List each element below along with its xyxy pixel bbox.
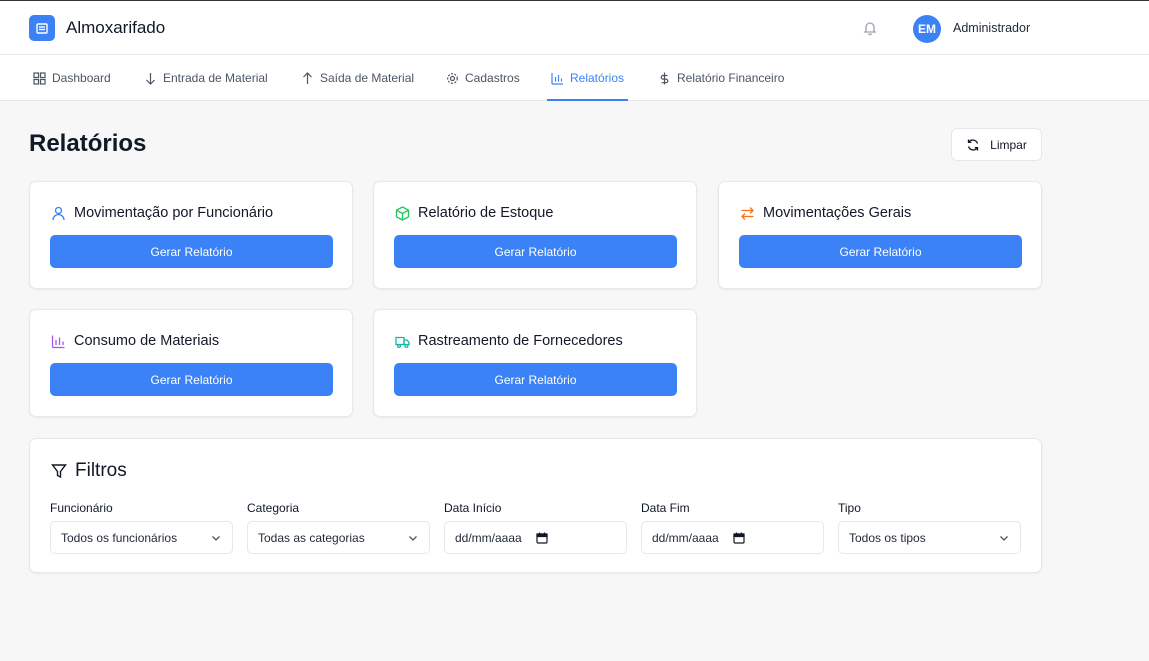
gear-icon bbox=[447, 72, 458, 84]
report-card-title: Consumo de Materiais bbox=[74, 333, 220, 349]
filter-label: Data Início bbox=[444, 501, 502, 515]
bell-icon[interactable] bbox=[862, 20, 878, 36]
tipo-select[interactable]: Todos os tipos bbox=[838, 521, 1021, 554]
chevron-down-icon bbox=[409, 535, 417, 541]
report-card-estoque: Relatório de Estoque Gerar Relatório bbox=[373, 181, 697, 289]
filter-data-inicio: Data Início dd/mm/aaaa bbox=[444, 501, 627, 554]
user-name[interactable]: Administrador bbox=[953, 21, 1030, 35]
report-card-title: Movimentações Gerais bbox=[763, 205, 912, 221]
filter-icon bbox=[51, 464, 67, 479]
package-icon bbox=[395, 205, 410, 221]
select-value: Todas as categorias bbox=[258, 530, 365, 545]
filter-label: Data Fim bbox=[641, 501, 690, 515]
tab-dashboard[interactable]: Dashboard bbox=[33, 55, 111, 101]
calendar-icon[interactable] bbox=[536, 532, 548, 544]
chevron-down-icon bbox=[212, 535, 220, 541]
tab-relatorios-label: Relatórios bbox=[570, 71, 625, 85]
report-card-consumo: Consumo de Materiais Gerar Relatório bbox=[29, 309, 353, 417]
tab-cadastros-label: Cadastros bbox=[465, 71, 520, 85]
calendar-icon[interactable] bbox=[733, 532, 745, 544]
app-title: Almoxarifado bbox=[66, 18, 166, 37]
report-card-funcionario: Movimentação por Funcionário Gerar Relat… bbox=[29, 181, 353, 289]
filter-data-fim: Data Fim dd/mm/aaaa bbox=[641, 501, 824, 554]
report-card-title: Rastreamento de Fornecedores bbox=[418, 333, 623, 349]
report-card-title: Movimentação por Funcionário bbox=[74, 205, 274, 221]
arrow-up-icon bbox=[303, 71, 312, 84]
top-bar: Almoxarifado EM Administrador bbox=[0, 0, 1149, 55]
filter-label: Tipo bbox=[838, 501, 861, 515]
report-card-title: Relatório de Estoque bbox=[418, 205, 554, 221]
tab-entrada-material[interactable]: Entrada de Material bbox=[144, 55, 268, 101]
generate-report-button[interactable]: Gerar Relatório bbox=[394, 363, 677, 396]
categoria-select[interactable]: Todas as categorias bbox=[247, 521, 430, 554]
dollar-icon bbox=[660, 72, 669, 84]
filter-label: Categoria bbox=[247, 501, 300, 515]
generate-report-button[interactable]: Gerar Relatório bbox=[50, 235, 333, 268]
select-value: Todos os funcionários bbox=[61, 530, 178, 545]
filter-label: Funcionário bbox=[50, 501, 113, 515]
filters-title: Filtros bbox=[75, 460, 127, 481]
date-placeholder: dd/mm/aaaa bbox=[455, 530, 522, 545]
avatar[interactable]: EM bbox=[913, 15, 941, 43]
grid-icon bbox=[33, 71, 46, 85]
data-fim-input[interactable]: dd/mm/aaaa bbox=[641, 521, 824, 554]
tab-relatorio-financeiro[interactable]: Relatório Financeiro bbox=[658, 55, 784, 101]
main-nav: Dashboard Entrada de Material Saída de M… bbox=[0, 55, 1149, 101]
tab-relatorios[interactable]: Relatórios bbox=[546, 55, 629, 101]
tab-entrada-material-label: Entrada de Material bbox=[163, 71, 268, 85]
refresh-icon bbox=[968, 138, 979, 151]
arrow-down-icon bbox=[146, 72, 155, 85]
generate-report-button[interactable]: Gerar Relatório bbox=[739, 235, 1022, 268]
clear-button[interactable]: Limpar bbox=[951, 128, 1042, 161]
data-inicio-input[interactable]: dd/mm/aaaa bbox=[444, 521, 627, 554]
date-placeholder: dd/mm/aaaa bbox=[652, 530, 719, 545]
clear-button-label: Limpar bbox=[990, 137, 1027, 152]
tab-saida-material-label: Saída de Material bbox=[320, 71, 415, 85]
tab-cadastros[interactable]: Cadastros bbox=[446, 55, 520, 101]
tab-saida-material[interactable]: Saída de Material bbox=[301, 55, 414, 101]
funcionario-select[interactable]: Todos os funcionários bbox=[50, 521, 233, 554]
generate-report-button[interactable]: Gerar Relatório bbox=[394, 235, 677, 268]
report-card-movimentacoes: Movimentações Gerais Gerar Relatório bbox=[718, 181, 1042, 289]
bar-chart-icon bbox=[551, 72, 563, 85]
warehouse-icon bbox=[29, 15, 55, 41]
select-value: Todos os tipos bbox=[849, 530, 926, 545]
filter-tipo: Tipo Todos os tipos bbox=[838, 501, 1021, 554]
generate-report-button[interactable]: Gerar Relatório bbox=[50, 363, 333, 396]
chevron-down-icon bbox=[1000, 535, 1008, 541]
filter-funcionario: Funcionário Todos os funcionários bbox=[50, 501, 233, 554]
swap-arrows-icon bbox=[741, 206, 754, 220]
page-title: Relatórios bbox=[29, 130, 147, 157]
user-icon bbox=[52, 206, 65, 220]
report-card-fornecedores: Rastreamento de Fornecedores Gerar Relat… bbox=[373, 309, 697, 417]
tab-relatorio-financeiro-label: Relatório Financeiro bbox=[677, 71, 785, 85]
truck-icon bbox=[395, 336, 410, 348]
filter-categoria: Categoria Todas as categorias bbox=[247, 501, 430, 554]
bar-chart-icon bbox=[51, 335, 65, 348]
tab-dashboard-label: Dashboard bbox=[52, 71, 111, 85]
filters-panel: Filtros Funcionário Todos os funcionário… bbox=[29, 438, 1042, 573]
